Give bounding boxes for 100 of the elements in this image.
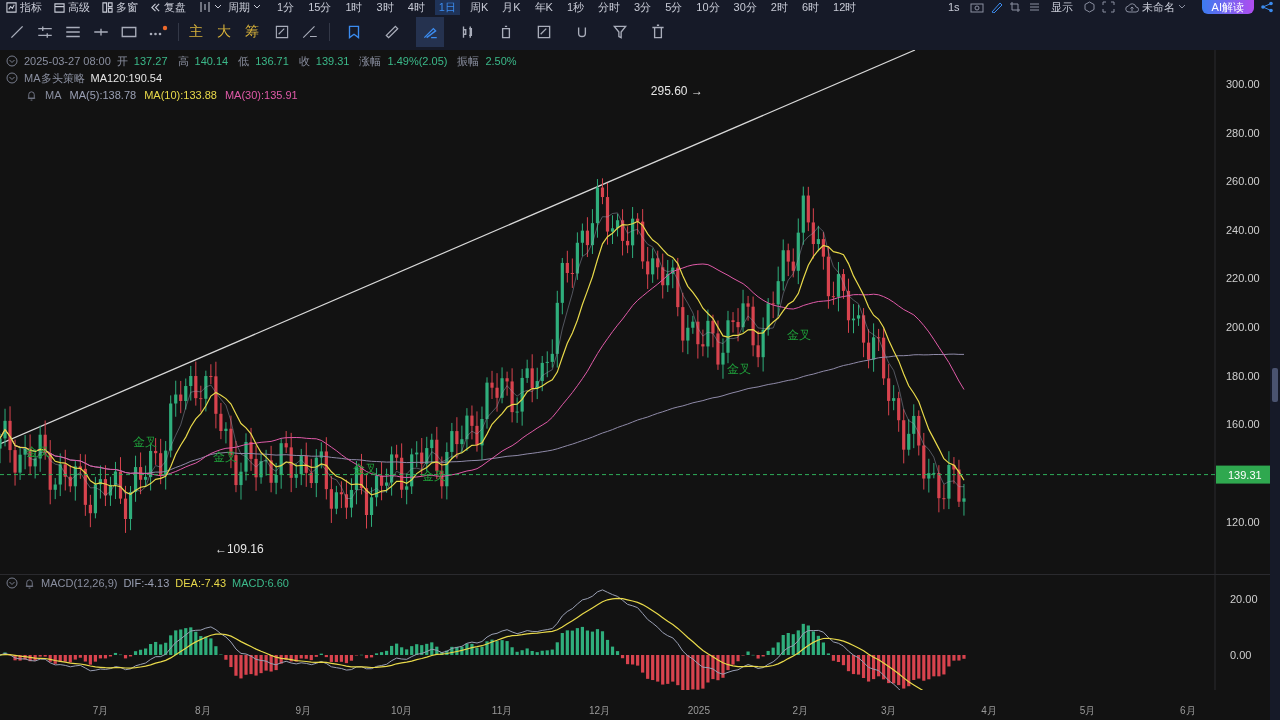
indicator-name: MACD(12,26,9) bbox=[41, 577, 118, 589]
chart-annotation: 295.60 → bbox=[650, 83, 703, 98]
fullscreen-icon[interactable] bbox=[1101, 1, 1115, 13]
price-axis-label: 280.00 bbox=[1226, 126, 1260, 139]
ruler-icon bbox=[383, 23, 401, 41]
ohlc-label: 涨幅 bbox=[359, 53, 382, 69]
date-axis-label: 4月 bbox=[981, 705, 997, 716]
period-tab[interactable]: 10分 bbox=[692, 0, 724, 15]
pen-icon[interactable] bbox=[989, 1, 1003, 13]
date-axis-label: 12月 bbox=[588, 705, 611, 716]
menu-item[interactable]: 复盘 bbox=[150, 0, 186, 15]
date-axis-label: 7月 bbox=[92, 705, 109, 716]
macd-axis-label: 20.00 bbox=[1230, 593, 1258, 605]
period-tab[interactable]: 1日 bbox=[434, 0, 460, 15]
period-tab[interactable]: 4时 bbox=[403, 0, 429, 15]
last-price-tag: 139.31 bbox=[1216, 465, 1270, 484]
period-tab[interactable]: 周K bbox=[465, 0, 493, 15]
period-tab[interactable]: 3分 bbox=[630, 0, 656, 15]
ohlc-label: 开 bbox=[116, 53, 128, 69]
edit-icon bbox=[535, 23, 553, 41]
ai-button[interactable]: AI解读 bbox=[1201, 0, 1254, 14]
period-dropdown[interactable]: 周期 bbox=[228, 0, 261, 15]
collapse-icon[interactable] bbox=[6, 577, 18, 589]
date-axis-label: 2月 bbox=[792, 705, 809, 716]
price-axis-label: 200.00 bbox=[1226, 321, 1260, 334]
period-tab[interactable]: 1分 bbox=[273, 0, 299, 15]
ohlc-value: 1.49%(2.05) bbox=[387, 55, 448, 67]
indicator-tool[interactable]: 主 bbox=[189, 23, 207, 41]
bell-icon[interactable] bbox=[26, 89, 37, 101]
period-tab[interactable]: 分时 bbox=[594, 0, 625, 15]
menu-item[interactable]: 高级 bbox=[54, 0, 90, 15]
indicator-tool[interactable]: 筹 bbox=[245, 23, 263, 41]
period-tab[interactable]: 6时 bbox=[797, 0, 824, 15]
toolbar-button[interactable] bbox=[416, 17, 444, 47]
share-icon[interactable] bbox=[1260, 1, 1274, 13]
chart-annotation: 金叉 bbox=[727, 362, 751, 377]
parallel-lines-icon[interactable] bbox=[36, 23, 54, 41]
ohlc-value: 139.31 bbox=[315, 55, 350, 67]
ohlc-value: 137.27 bbox=[133, 55, 168, 67]
line-tool-icon[interactable] bbox=[8, 23, 26, 41]
period-tab[interactable]: 5分 bbox=[661, 0, 687, 15]
crop-icon[interactable] bbox=[1008, 1, 1022, 13]
bell-icon[interactable] bbox=[24, 577, 35, 589]
calendar-icon bbox=[54, 1, 65, 13]
panel-handle[interactable] bbox=[1272, 368, 1278, 402]
menu-item[interactable]: 多窗 bbox=[102, 0, 138, 15]
ma-value: MA(5):138.78 bbox=[69, 89, 137, 101]
layout-dropdown[interactable]: 未命名 bbox=[1120, 0, 1190, 15]
cloud-icon bbox=[1124, 1, 1139, 13]
macd-axis-label: 0.00 bbox=[1230, 649, 1252, 661]
ohlc-label: 振幅 bbox=[457, 53, 480, 69]
collapse-icon[interactable] bbox=[6, 72, 18, 84]
ohlc-value: 2.50% bbox=[485, 55, 517, 67]
indicator-tool[interactable]: 大 bbox=[217, 23, 235, 41]
trash-icon bbox=[649, 23, 667, 41]
candle-date: 2025-03-27 08:00 bbox=[24, 55, 111, 67]
caret-icon bbox=[253, 3, 261, 11]
date-axis-label: 8月 bbox=[195, 705, 211, 716]
display-menu[interactable]: 显示 bbox=[1046, 0, 1077, 15]
camera-icon[interactable] bbox=[969, 1, 984, 13]
chart-icon bbox=[6, 1, 17, 13]
caret-icon bbox=[1177, 3, 1186, 11]
period-tab[interactable]: 1秒 bbox=[562, 0, 589, 15]
date-axis-label: 9月 bbox=[295, 705, 312, 716]
settings-icon[interactable] bbox=[1082, 1, 1096, 13]
price-axis-label: 160.00 bbox=[1226, 418, 1260, 431]
indicator-name: MA bbox=[45, 89, 62, 101]
period-tab[interactable]: 年K bbox=[530, 0, 557, 15]
strategy-value: MA120:190.54 bbox=[90, 72, 163, 84]
period-tab[interactable]: 30分 bbox=[729, 0, 761, 15]
edit-icon[interactable] bbox=[273, 23, 291, 41]
chart-annotation: 金叉 bbox=[787, 328, 812, 343]
period-tab[interactable]: 3时 bbox=[372, 0, 398, 15]
period-tab[interactable]: 1时 bbox=[341, 0, 367, 15]
period-tab[interactable]: 2时 bbox=[766, 0, 792, 15]
period-tab[interactable]: 月K bbox=[498, 0, 525, 15]
ohlc-label: 低 bbox=[238, 53, 250, 69]
date-axis-label: 3月 bbox=[880, 705, 897, 716]
chart-annotation: ←109.16 bbox=[214, 542, 264, 557]
ohlc-label: 高 bbox=[177, 53, 189, 69]
hide-drawings-icon[interactable] bbox=[301, 23, 319, 41]
date-axis-label: 10月 bbox=[391, 705, 413, 716]
date-axis-label: 5月 bbox=[1079, 705, 1096, 716]
period-tab[interactable]: 15分 bbox=[304, 0, 336, 15]
date-axis-label: 2025 bbox=[687, 705, 710, 716]
period-tab[interactable]: 12时 bbox=[829, 0, 861, 15]
ohlc-value: 136.71 bbox=[255, 55, 289, 67]
filter-icon bbox=[611, 23, 629, 41]
refresh-interval[interactable]: 1s bbox=[943, 1, 964, 13]
window-icon bbox=[102, 1, 113, 13]
ohlc-value: 140.14 bbox=[194, 55, 229, 67]
price-axis-label: 240.00 bbox=[1226, 223, 1260, 236]
price-axis-label: 220.00 bbox=[1226, 272, 1260, 285]
collapse-icon[interactable] bbox=[6, 55, 18, 67]
menu-item[interactable]: 指标 bbox=[6, 0, 42, 15]
price-axis-label: 260.00 bbox=[1226, 175, 1260, 188]
price-axis-label: 120.00 bbox=[1226, 515, 1260, 528]
macd-value: DEA:-7.43 bbox=[175, 577, 227, 589]
strategy-name: MA多头策略 bbox=[24, 70, 85, 86]
candle-type-icon[interactable] bbox=[198, 1, 222, 13]
